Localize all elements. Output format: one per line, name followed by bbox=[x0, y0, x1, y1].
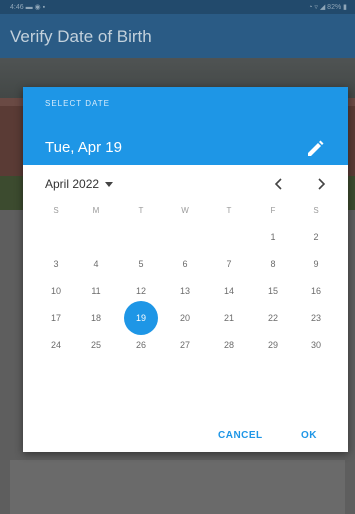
select-date-label: SELECT DATE bbox=[45, 99, 110, 108]
weekday-label: T bbox=[138, 206, 144, 215]
ok-button[interactable]: OK bbox=[301, 430, 317, 441]
calendar-day[interactable]: 24 bbox=[39, 328, 73, 362]
selected-date-display: Tue, Apr 19 bbox=[45, 139, 122, 156]
app-bar: Verify Date of Birth bbox=[0, 14, 355, 58]
calendar-day[interactable]: 27 bbox=[168, 328, 202, 362]
weekday-label: S bbox=[313, 206, 319, 215]
cancel-button[interactable]: CANCEL bbox=[218, 430, 263, 441]
previous-month-button[interactable] bbox=[268, 173, 290, 195]
page-title: Verify Date of Birth bbox=[10, 27, 152, 46]
status-bar-right: ◔ ▿ ◢ 82% ▮ bbox=[308, 4, 347, 11]
calendar-day[interactable]: 29 bbox=[256, 328, 290, 362]
chevron-right-icon bbox=[318, 178, 326, 190]
month-year-dropdown[interactable]: April 2022 bbox=[45, 177, 114, 191]
date-picker-header: SELECT DATE Tue, Apr 19 bbox=[23, 87, 348, 165]
pencil-icon[interactable] bbox=[305, 139, 325, 159]
next-month-button[interactable] bbox=[310, 173, 332, 195]
status-bar: 4:46 ▬ ◉ ▪ ◔ ▿ ◢ 82% ▮ bbox=[0, 0, 355, 14]
weekday-label: W bbox=[181, 206, 189, 215]
weekday-label: M bbox=[92, 206, 100, 215]
calendar-day[interactable]: 28 bbox=[212, 328, 246, 362]
weekday-label: T bbox=[226, 206, 232, 215]
chevron-left-icon bbox=[274, 178, 282, 190]
weekday-label: S bbox=[53, 206, 59, 215]
dropdown-caret-icon bbox=[105, 181, 114, 187]
page-bottom-panel bbox=[10, 460, 345, 514]
calendar-day[interactable]: 25 bbox=[79, 328, 113, 362]
calendar-day[interactable]: 30 bbox=[299, 328, 333, 362]
month-year-label: April 2022 bbox=[45, 177, 100, 191]
status-bar-left: 4:46 ▬ ◉ ▪ bbox=[10, 4, 46, 11]
date-picker-dialog: SELECT DATE Tue, Apr 19 April 2022 S M T W T… bbox=[23, 87, 348, 452]
weekday-label: F bbox=[270, 206, 276, 215]
calendar-day[interactable]: 26 bbox=[124, 328, 158, 362]
